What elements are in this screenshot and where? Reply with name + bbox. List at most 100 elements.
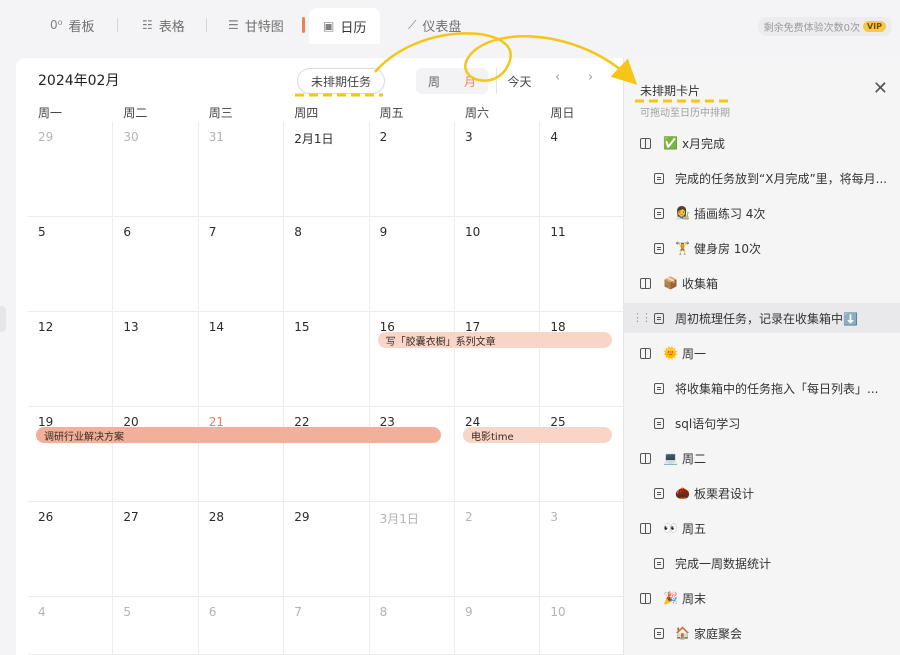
calendar-event[interactable]: 调研行业解决方案 [36, 427, 441, 443]
drag-handle-icon[interactable]: ⋮⋮ [632, 311, 652, 324]
day-cell[interactable]: 3 [455, 122, 541, 217]
day-cell[interactable]: 6 [113, 217, 199, 312]
day-cell[interactable]: 30 [113, 122, 199, 217]
emoji-icon: 🌞 [663, 346, 678, 360]
day-cell[interactable]: 17 [455, 312, 541, 407]
day-cell[interactable]: 10 [455, 217, 541, 312]
day-cell[interactable]: 5 [28, 217, 114, 312]
day-cell[interactable]: 29 [28, 122, 114, 217]
day-cell[interactable]: 6 [198, 597, 285, 655]
table-icon: ☷ [142, 18, 153, 32]
day-number: 3 [550, 510, 559, 524]
card-group[interactable]: 📦 收集箱 [624, 268, 900, 298]
day-cell[interactable]: 2 [455, 502, 541, 597]
day-cell[interactable]: 18 [540, 312, 626, 407]
day-cell[interactable]: 27 [113, 502, 199, 597]
day-cell[interactable]: 9 [455, 597, 541, 655]
close-icon[interactable]: ✕ [873, 78, 888, 99]
day-cell[interactable]: 19 [28, 407, 114, 502]
card-title: 家庭聚会 [693, 626, 742, 641]
day-number: 29 [38, 130, 54, 144]
day-cell[interactable]: 14 [198, 312, 285, 407]
card-item[interactable]: 将收集箱中的任务拖入「每日列表」... [624, 373, 900, 403]
card-group[interactable]: 👀 周五 [624, 513, 900, 543]
document-icon [654, 242, 664, 254]
tab-divider [117, 18, 118, 32]
day-number: 29 [294, 510, 310, 524]
card-group[interactable]: ✅ x月完成 [624, 128, 900, 158]
card-item[interactable]: 👩‍🎨 插画练习 4次 [624, 198, 900, 228]
day-cell[interactable]: 7 [198, 217, 285, 312]
free-trial-note[interactable]: 剩余免费体验次数0次 VIP [757, 17, 892, 36]
day-cell[interactable]: 12 [28, 312, 114, 407]
card-item[interactable]: 完成的任务放到“X月完成”里，将每月... [624, 163, 900, 193]
card-item[interactable]: 🏠 家庭聚会 [624, 618, 900, 648]
day-cell[interactable]: 2 [369, 122, 455, 217]
unscheduled-tasks-button[interactable]: 未排期任务 [297, 68, 385, 94]
card-item[interactable]: sql语句学习 [624, 408, 900, 438]
card-group[interactable]: 💻 周二 [624, 443, 900, 473]
day-cell[interactable]: 22 [284, 407, 370, 502]
day-cell[interactable]: 5 [113, 597, 199, 655]
day-cell[interactable]: 23 [369, 407, 455, 502]
day-cell[interactable]: 13 [113, 312, 199, 407]
weekday-label: 周六 [465, 106, 490, 120]
tab-calendar[interactable]: ▣ 日历 [309, 8, 381, 44]
day-cell[interactable]: 25 [540, 407, 626, 502]
tab-table[interactable]: ☷ 表格 [142, 10, 185, 40]
card-item[interactable]: ⋮⋮ 周初梳理任务，记录在收集箱中⬇️ [624, 303, 900, 333]
day-cell[interactable]: 29 [284, 502, 370, 597]
card-group[interactable]: 🎉 周末 [624, 583, 900, 613]
week-view-option[interactable]: 周 [416, 73, 452, 90]
emoji-icon: 🏠 [675, 626, 690, 640]
day-cell[interactable]: 26 [28, 502, 114, 597]
card-item[interactable]: 🏋 健身房 10次 [624, 233, 900, 263]
emoji-icon: 👀 [663, 521, 678, 535]
day-number: 10 [465, 225, 481, 239]
weekday-label: 周二 [123, 106, 148, 120]
day-cell[interactable]: 4 [540, 122, 626, 217]
calendar-event[interactable]: 写「胶囊衣橱」系列文章 [377, 332, 612, 348]
day-cell[interactable]: 24 [455, 407, 541, 502]
emoji-icon: 🏋 [675, 241, 690, 255]
sidebar-toggle[interactable] [0, 306, 6, 332]
group-panel-icon [640, 452, 651, 464]
today-button[interactable]: 今天 [496, 68, 542, 94]
day-cell[interactable]: 8 [369, 597, 455, 655]
prev-month-icon[interactable]: ‹ [555, 70, 560, 85]
day-number: 2月1日 [294, 132, 334, 146]
next-month-icon[interactable]: › [588, 70, 593, 85]
day-cell[interactable]: 9 [369, 217, 455, 312]
tab-gantt[interactable]: ☰ 甘特图 [228, 10, 284, 40]
view-tab-bar: 0⁰ 看板 ☷ 表格 ☰ 甘特图 ▣ 日历 ⟋ 仪表盘 剩余免费体验次数0次 VIP [0, 0, 900, 44]
card-group[interactable]: 🌞 周一 [624, 338, 900, 368]
tab-kanban[interactable]: 0⁰ 看板 [50, 10, 94, 40]
day-cell[interactable]: 7 [284, 597, 370, 655]
vip-badge: VIP [862, 21, 886, 32]
day-cell[interactable]: 3月1日 [369, 502, 455, 597]
day-cell[interactable]: 21 [198, 407, 285, 502]
document-icon [654, 312, 664, 324]
day-cell[interactable]: 20 [113, 407, 199, 502]
tab-label: 表格 [158, 19, 185, 35]
tab-dashboard[interactable]: ⟋ 仪表盘 [408, 10, 461, 40]
calendar-event[interactable]: 电影time [463, 427, 612, 443]
month-view-option[interactable]: 月 [452, 73, 488, 90]
day-cell[interactable]: 2月1日 [284, 122, 370, 217]
card-item[interactable]: 完成一周数据统计 [624, 548, 900, 578]
day-number: 12 [38, 320, 54, 334]
day-cell[interactable]: 10 [540, 597, 626, 655]
weekday-label: 周日 [550, 106, 575, 120]
day-cell[interactable]: 11 [540, 217, 626, 312]
day-cell[interactable]: 3 [540, 502, 626, 597]
day-cell[interactable]: 4 [28, 597, 114, 655]
document-icon [654, 417, 664, 429]
day-cell[interactable]: 16 [369, 312, 455, 407]
day-cell[interactable]: 15 [284, 312, 370, 407]
day-cell[interactable]: 8 [284, 217, 370, 312]
card-item[interactable]: 🌰 板栗君设计 [624, 478, 900, 508]
view-mode-toggle: 周 月 [416, 68, 488, 94]
group-panel-icon [640, 522, 651, 534]
day-cell[interactable]: 28 [198, 502, 285, 597]
day-cell[interactable]: 31 [198, 122, 285, 217]
